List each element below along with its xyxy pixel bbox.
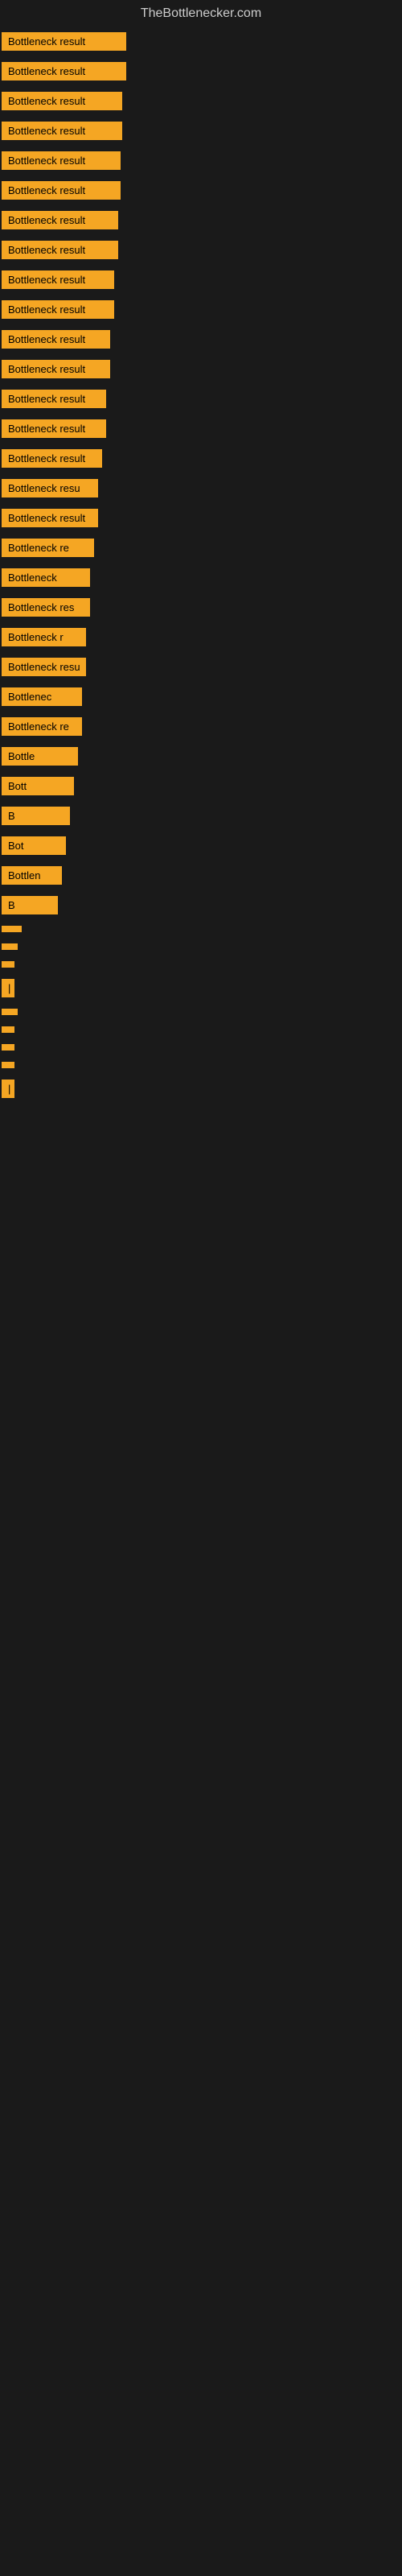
bottleneck-result-bar[interactable]: Bottleneck result (2, 92, 122, 110)
bottleneck-result-bar[interactable]: Bottleneck resu (2, 658, 86, 676)
bar-row: | (0, 1075, 402, 1104)
bottleneck-result-bar[interactable]: Bottleneck result (2, 62, 126, 80)
bottleneck-result-bar[interactable] (2, 926, 22, 932)
bar-row (0, 1022, 402, 1039)
bottleneck-result-bar[interactable]: Bot (2, 836, 66, 855)
bottleneck-result-bar[interactable]: Bottleneck result (2, 181, 121, 200)
bar-row: Bot (0, 832, 402, 861)
bar-row: Bottleneck result (0, 57, 402, 87)
bottleneck-result-bar[interactable] (2, 961, 14, 968)
bar-row: Bottleneck result (0, 504, 402, 534)
bar-row (0, 939, 402, 956)
bottleneck-result-bar[interactable] (2, 1026, 14, 1033)
bar-row: Bottleneck result (0, 27, 402, 57)
bar-row: Bottleneck result (0, 385, 402, 415)
bar-row: B (0, 802, 402, 832)
bar-row: Bottleneck resu (0, 653, 402, 683)
bottleneck-result-bar[interactable]: Bottleneck result (2, 300, 114, 319)
bar-row: Bottleneck result (0, 325, 402, 355)
bar-row: Bottleneck res (0, 593, 402, 623)
bar-row: Bottleneck r (0, 623, 402, 653)
bar-row: Bottle (0, 742, 402, 772)
bottleneck-result-bar[interactable]: Bottleneck re (2, 717, 82, 736)
bar-row: Bottleneck resu (0, 474, 402, 504)
bottleneck-result-bar[interactable]: | (2, 979, 14, 997)
bottleneck-result-bar[interactable] (2, 943, 18, 950)
bottleneck-result-bar[interactable]: Bottleneck r (2, 628, 86, 646)
bottleneck-result-bar[interactable]: | (2, 1080, 14, 1098)
bar-row (0, 1004, 402, 1022)
bar-row: Bottleneck result (0, 117, 402, 147)
bar-row: Bottleneck result (0, 355, 402, 385)
bottleneck-result-bar[interactable]: Bottleneck result (2, 32, 126, 51)
bar-row: Bott (0, 772, 402, 802)
bar-row: Bottleneck re (0, 534, 402, 564)
bar-row: B (0, 891, 402, 921)
bottleneck-result-bar[interactable] (2, 1044, 14, 1051)
bar-row: Bottleneck result (0, 176, 402, 206)
bar-row: Bottleneck result (0, 415, 402, 444)
bottleneck-result-bar[interactable]: Bottleneck result (2, 390, 106, 408)
bar-row (0, 921, 402, 939)
bar-row (0, 1039, 402, 1057)
bottleneck-result-bar[interactable]: Bottle (2, 747, 78, 766)
bar-row: Bottleneck result (0, 295, 402, 325)
bottleneck-result-bar[interactable]: Bottleneck result (2, 330, 110, 349)
bottleneck-result-bar[interactable]: Bottleneck (2, 568, 90, 587)
bottleneck-result-bar[interactable]: B (2, 807, 70, 825)
bars-container: Bottleneck result Bottleneck result Bottle… (0, 27, 402, 1104)
bottleneck-result-bar[interactable]: Bottleneck result (2, 122, 122, 140)
bottleneck-result-bar[interactable]: Bottleneck result (2, 509, 98, 527)
bar-row: Bottleneck re (0, 712, 402, 742)
bottleneck-result-bar[interactable]: Bottleneck result (2, 360, 110, 378)
bottleneck-result-bar[interactable]: Bottleneck re (2, 539, 94, 557)
bottleneck-result-bar[interactable]: Bottleneck result (2, 241, 118, 259)
site-title: TheBottlenecker.com (0, 0, 402, 27)
bar-row: Bottlenec (0, 683, 402, 712)
bar-row (0, 956, 402, 974)
bottleneck-result-bar[interactable]: Bottleneck result (2, 449, 102, 468)
bar-row: Bottleneck (0, 564, 402, 593)
bottleneck-result-bar[interactable]: Bottleneck resu (2, 479, 98, 497)
bar-row: Bottleneck result (0, 266, 402, 295)
bottleneck-result-bar[interactable] (2, 1009, 18, 1015)
bar-row: Bottleneck result (0, 206, 402, 236)
bar-row: Bottleneck result (0, 236, 402, 266)
bar-row: Bottleneck result (0, 444, 402, 474)
bar-row: | (0, 974, 402, 1004)
bar-row: Bottleneck result (0, 147, 402, 176)
bar-row: Bottleneck result (0, 87, 402, 117)
bottleneck-result-bar[interactable]: Bottleneck result (2, 419, 106, 438)
bottleneck-result-bar[interactable]: Bott (2, 777, 74, 795)
bottleneck-result-bar[interactable] (2, 1062, 14, 1068)
bottleneck-result-bar[interactable]: Bottleneck result (2, 151, 121, 170)
bottleneck-result-bar[interactable]: Bottleneck result (2, 270, 114, 289)
bottleneck-result-bar[interactable]: B (2, 896, 58, 914)
bottleneck-result-bar[interactable]: Bottleneck result (2, 211, 118, 229)
bottleneck-result-bar[interactable]: Bottleneck res (2, 598, 90, 617)
bottleneck-result-bar[interactable]: Bottlenec (2, 687, 82, 706)
bar-row (0, 1057, 402, 1075)
bar-row: Bottlen (0, 861, 402, 891)
bottleneck-result-bar[interactable]: Bottlen (2, 866, 62, 885)
